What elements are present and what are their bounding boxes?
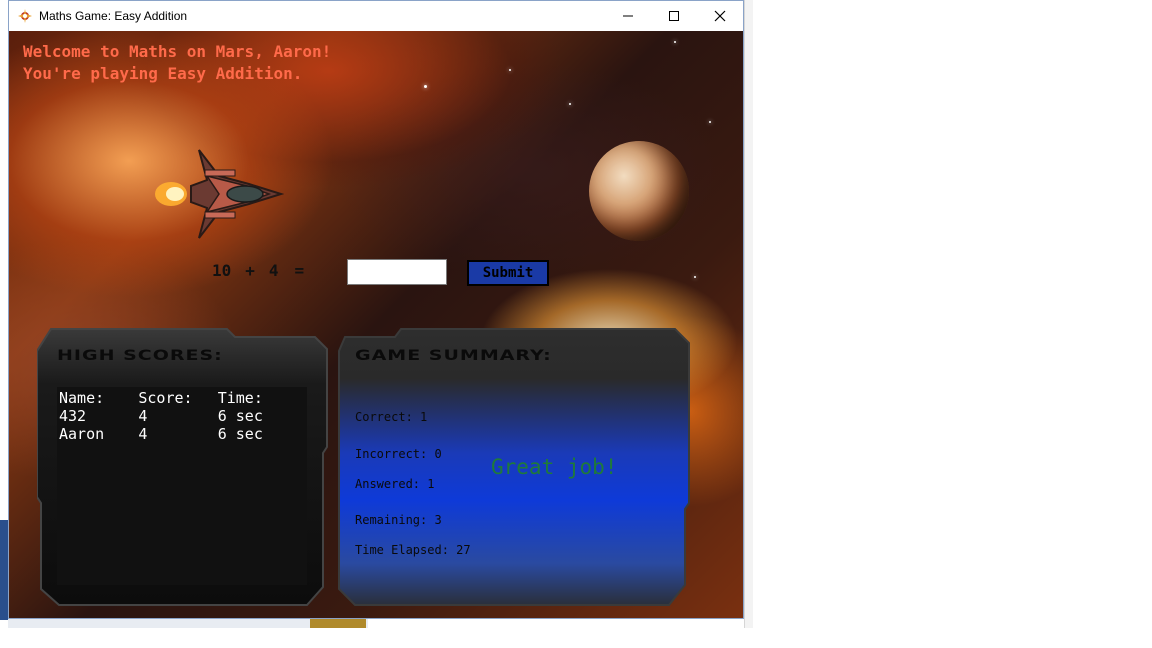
star xyxy=(424,85,427,88)
background-window-edge xyxy=(744,0,753,628)
game-canvas: Welcome to Maths on Mars, Aaron! You're … xyxy=(9,31,743,618)
minimize-button[interactable] xyxy=(605,1,651,31)
column-header-time: Time: xyxy=(217,389,263,407)
star xyxy=(674,41,676,43)
maximize-button[interactable] xyxy=(651,1,697,31)
time-elapsed: Time Elapsed: 27 xyxy=(355,543,471,557)
correct-count: Correct: 1 xyxy=(355,410,428,424)
answered-count: Answered: 1 xyxy=(355,477,435,491)
background-strip xyxy=(0,520,8,620)
title-bar[interactable]: Maths Game: Easy Addition xyxy=(9,1,743,31)
score-time: 6 sec xyxy=(217,407,263,425)
high-scores-panel: HIGH SCORES: Name: Score: Time: 432 4 6 … xyxy=(37,327,329,609)
feedback-message: Great job! xyxy=(491,455,618,479)
high-scores-header-row: Name: Score: Time: xyxy=(57,389,307,407)
minimize-icon xyxy=(623,15,633,17)
spaceship-icon xyxy=(155,149,284,239)
operand-1: 10 xyxy=(212,261,232,280)
star xyxy=(509,69,511,71)
maximize-icon xyxy=(669,11,679,21)
star xyxy=(709,121,711,123)
mars-planet xyxy=(589,141,689,241)
high-scores-table: Name: Score: Time: 432 4 6 sec Aaron 4 6… xyxy=(57,387,307,585)
game-window: Maths Game: Easy Addition Welcome to Mat… xyxy=(8,0,744,619)
window-title: Maths Game: Easy Addition xyxy=(39,9,188,23)
background-taskbar-fragment-accent xyxy=(310,618,366,628)
close-icon xyxy=(714,10,726,22)
submit-button[interactable]: Submit xyxy=(467,260,549,286)
app-icon xyxy=(18,9,32,23)
star xyxy=(569,103,571,105)
star xyxy=(694,276,696,278)
answer-input[interactable] xyxy=(347,259,447,285)
score-value: 4 xyxy=(138,425,148,443)
score-name: 432 xyxy=(59,407,87,425)
score-time: 6 sec xyxy=(217,425,263,443)
score-name: Aaron xyxy=(59,425,105,443)
column-header-name: Name: xyxy=(59,389,105,407)
incorrect-count: Incorrect: 0 xyxy=(355,447,442,461)
table-row: 432 4 6 sec xyxy=(57,407,307,425)
score-value: 4 xyxy=(138,407,148,425)
column-header-score: Score: xyxy=(138,389,193,407)
window-controls xyxy=(605,1,743,31)
close-button[interactable] xyxy=(697,1,743,31)
remaining-count: Remaining: 3 xyxy=(355,513,442,527)
welcome-line-2: You're playing Easy Addition. xyxy=(23,64,303,83)
table-row: Aaron 4 6 sec xyxy=(57,425,307,443)
game-summary-panel: GAME SUMMARY: Correct: 1 Incorrect: 0 An… xyxy=(335,327,691,609)
math-question: 10 + 4 = xyxy=(212,261,304,280)
operand-2: 4 xyxy=(268,261,279,280)
game-summary-title: GAME SUMMARY: xyxy=(355,347,552,364)
operator: + xyxy=(245,261,255,280)
high-scores-title: HIGH SCORES: xyxy=(57,347,223,364)
equals-sign: = xyxy=(294,261,305,280)
welcome-line-1: Welcome to Maths on Mars, Aaron! xyxy=(23,42,332,61)
welcome-message: Welcome to Maths on Mars, Aaron! You're … xyxy=(23,41,331,85)
